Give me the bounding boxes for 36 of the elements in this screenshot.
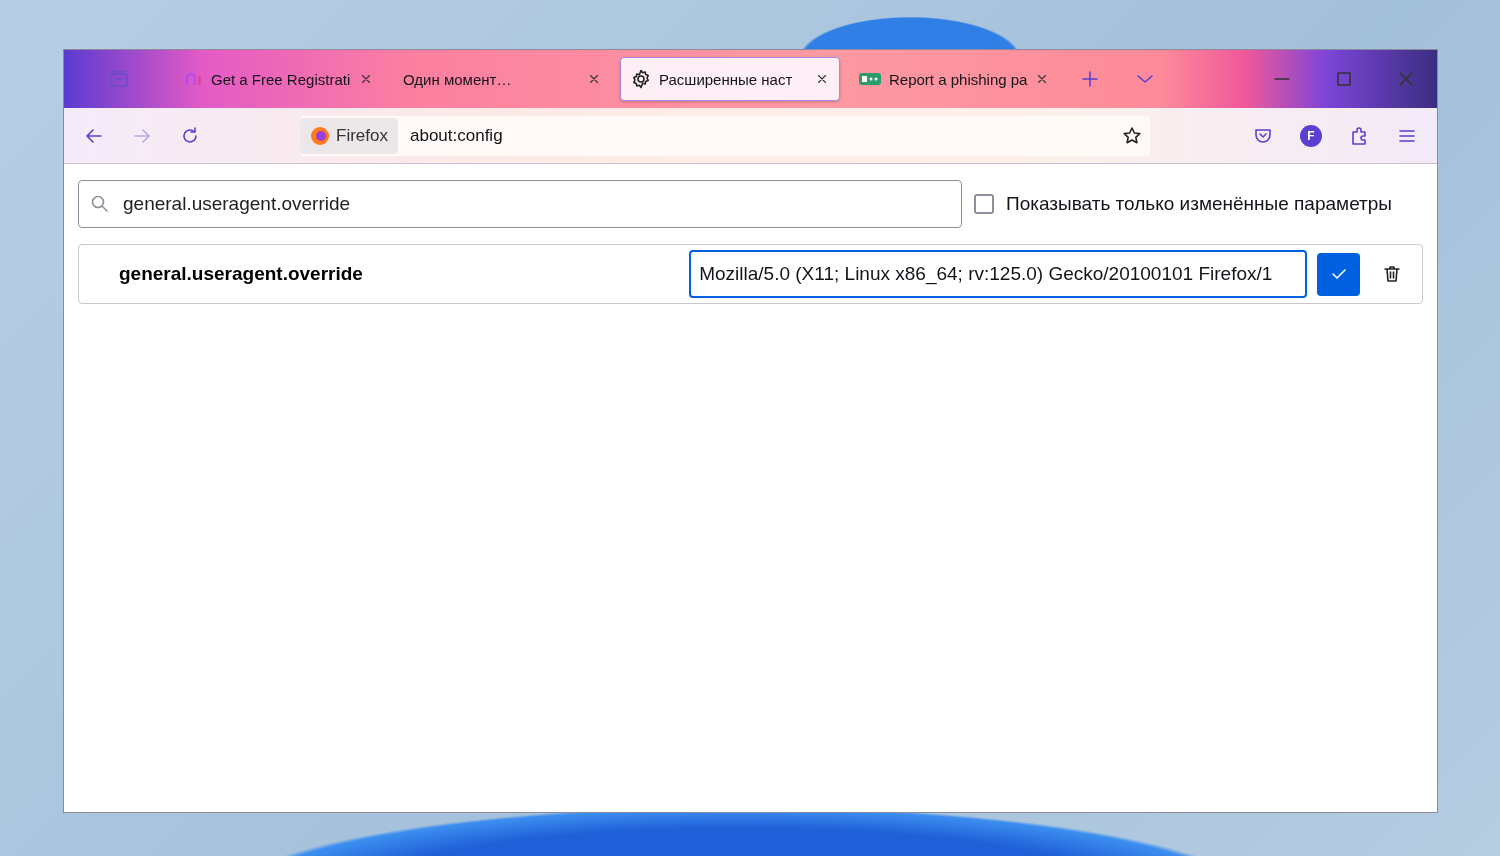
- preference-name: general.useragent.override: [119, 263, 364, 285]
- url-field[interactable]: about:config: [397, 125, 1114, 146]
- puzzle-icon: [1349, 125, 1369, 146]
- close-icon: [1396, 69, 1416, 89]
- close-icon: [815, 72, 829, 86]
- address-bar[interactable]: Firefox about:config: [300, 115, 1150, 156]
- tab-title: Report a phishing pa: [889, 70, 1028, 88]
- tab-title: Get a Free Registrati: [211, 70, 351, 88]
- logo-icon: [185, 71, 203, 87]
- checkbox[interactable]: [974, 194, 994, 214]
- tab-title: Один момент…: [403, 70, 513, 88]
- star-icon: [1122, 125, 1142, 146]
- search-field[interactable]: general.useragent.override: [78, 180, 962, 228]
- browser-tab[interactable]: Расширенные наст: [620, 57, 840, 101]
- value-field[interactable]: Mozilla/5.0 (X11; Linux x86_64; rv:125.0) Gecko/20100101 Firefox/1: [689, 250, 1308, 298]
- account-avatar: F: [1300, 124, 1322, 147]
- browser-tab[interactable]: Report a phishing pa: [848, 57, 1061, 101]
- save-button[interactable]: [1317, 252, 1361, 296]
- folder-icon: [109, 69, 129, 89]
- badge-icon: [859, 73, 881, 85]
- close-icon: [587, 72, 601, 86]
- browser-logo-icon: [310, 125, 330, 146]
- close-icon: [359, 72, 373, 86]
- checkbox-label: Показывать только изменённые параметры: [1006, 193, 1392, 215]
- account-button[interactable]: F: [1293, 117, 1329, 154]
- trash-icon: [1382, 264, 1403, 284]
- tab-title: Расширенные наст: [659, 70, 794, 88]
- identity-button[interactable]: Firefox: [300, 117, 398, 154]
- gear-icon: [631, 69, 651, 89]
- search-icon: [90, 194, 110, 214]
- maximize-icon: [1334, 69, 1354, 89]
- reload-icon: [180, 125, 200, 146]
- browser-tab[interactable]: Один момент…: [392, 57, 612, 101]
- minimize-icon: [1274, 78, 1290, 80]
- plus-icon: [1080, 69, 1101, 89]
- browser-tab[interactable]: Get a Free Registrati: [174, 57, 384, 101]
